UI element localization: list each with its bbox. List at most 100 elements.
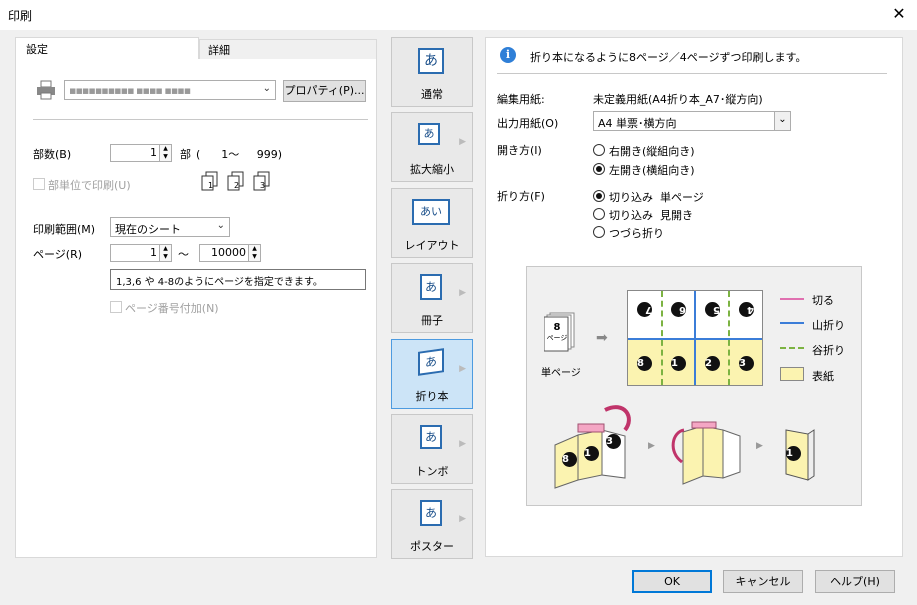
output-paper-select[interactable]: A4 単票･横方向 ⌄: [593, 111, 791, 131]
copies-range: ( 1～ 999): [196, 148, 283, 161]
print-range-select[interactable]: 現在のシート ⌄: [110, 217, 230, 237]
tab-details-label: 詳細: [208, 44, 230, 57]
open-left-radio[interactable]: [593, 163, 605, 175]
page-number-value: 7: [637, 302, 652, 317]
fold-accordion-radio[interactable]: [593, 226, 605, 238]
cancel-button[interactable]: キャンセル: [723, 570, 803, 593]
collate-checkbox[interactable]: [33, 178, 45, 190]
page-number-value: 3: [739, 356, 754, 371]
mode-trim-button[interactable]: あ ▶ トンボ: [391, 414, 473, 484]
page-number-label: ページ番号付加(N): [125, 302, 219, 315]
pages-from-input[interactable]: 1 ▲ ▼: [110, 244, 172, 262]
legend-valley-label: 谷折り: [812, 344, 845, 357]
fold-step-1-illustration: [550, 400, 640, 490]
printer-select[interactable]: ▪▪▪▪▪▪▪▪▪▪ ▪▪▪▪ ▪▪▪▪ ⌄: [64, 80, 276, 100]
mode-layout-label: レイアウト: [404, 239, 460, 252]
mode-scale-icon: あ: [418, 123, 440, 145]
fold-step-2-illustration: [668, 412, 748, 492]
valley-fold-line: [661, 291, 663, 385]
chevron-right-icon: ▶: [756, 441, 763, 451]
chevron-right-icon: ▶: [459, 137, 466, 147]
page-number-value: 1: [671, 356, 686, 371]
mode-booklet-icon: あ: [420, 274, 442, 300]
page-number-value: 6: [671, 302, 686, 317]
page-number-badge: 5: [705, 302, 720, 317]
tab-details[interactable]: 詳細: [199, 39, 377, 59]
divider: [33, 119, 368, 120]
mode-poster-button[interactable]: あ ▶ ポスター: [391, 489, 473, 559]
pages-hint: 1,3,6 や 4-8のようにページを指定できます。: [110, 269, 366, 290]
fold-cut-spread-label: 切り込み 見開き: [609, 209, 693, 222]
close-icon[interactable]: ✕: [889, 4, 909, 24]
mode-fold-button[interactable]: あ ▶ 折り本: [391, 339, 473, 409]
edit-paper-value: 未定義用紙(A4折り本_A7･縦方向): [593, 93, 763, 106]
page-count-unit: ページ: [546, 334, 568, 342]
title-bar: [0, 0, 917, 30]
mode-normal-icon: あ: [418, 48, 444, 74]
pages-to-input[interactable]: 10000 ▲ ▼: [199, 244, 261, 262]
page-number-badge: 7: [637, 302, 652, 317]
collate-pages-icon: 1 2 3: [200, 170, 280, 196]
spin-updown-icon[interactable]: ▲ ▼: [159, 145, 171, 161]
ok-button[interactable]: OK: [632, 570, 712, 593]
mode-fold-label: 折り本: [415, 390, 449, 403]
page-number-checkbox[interactable]: [110, 301, 122, 313]
fold-method-label: 折り方(F): [497, 190, 545, 203]
page-number-badge: 1: [786, 446, 801, 461]
mode-layout-icon: あい: [412, 199, 450, 225]
svg-text:3: 3: [260, 181, 265, 190]
chevron-right-icon: ▶: [459, 514, 466, 524]
page-number-value: 1: [584, 446, 599, 461]
open-direction-label: 開き方(I): [497, 144, 542, 157]
mode-layout-button[interactable]: あい レイアウト: [391, 188, 473, 258]
page-number-value: 2: [705, 356, 720, 371]
chevron-right-icon: ▶: [459, 439, 466, 449]
page-number-value: 1: [786, 446, 801, 461]
tab-settings-label: 設定: [26, 43, 48, 56]
mode-poster-label: ポスター: [410, 540, 454, 553]
legend-cover-label: 表紙: [812, 370, 834, 383]
open-right-radio[interactable]: [593, 144, 605, 156]
copies-input[interactable]: 1 ▲ ▼: [110, 144, 172, 162]
mode-booklet-label: 冊子: [421, 314, 443, 327]
page-number-badge: 1: [671, 356, 686, 371]
output-paper-label: 出力用紙(O): [497, 117, 559, 130]
mode-scale-label: 拡大縮小: [410, 163, 454, 176]
page-count-number: 8: [553, 322, 561, 333]
help-button[interactable]: ヘルプ(H): [815, 570, 895, 593]
printer-name: ▪▪▪▪▪▪▪▪▪▪ ▪▪▪▪ ▪▪▪▪: [69, 84, 191, 97]
legend-mountain-label: 山折り: [812, 319, 845, 332]
svg-text:2: 2: [234, 181, 239, 190]
mode-booklet-button[interactable]: あ ▶ 冊子: [391, 263, 473, 333]
open-left-label: 左開き(横組向き): [609, 164, 695, 177]
chevron-right-icon: ▶: [459, 288, 466, 298]
legend-cut-label: 切る: [812, 294, 834, 307]
fold-cut-single-radio[interactable]: [593, 190, 605, 202]
page-number-value: 8: [562, 452, 577, 467]
tab-settings[interactable]: 設定: [15, 37, 199, 59]
fold-accordion-label: つづら折り: [609, 227, 664, 240]
spin-updown-icon[interactable]: ▲ ▼: [248, 245, 260, 261]
page-number-value: 3: [606, 434, 621, 449]
svg-text:1: 1: [208, 181, 213, 190]
fold-cut-spread-radio[interactable]: [593, 208, 605, 220]
mode-normal-button[interactable]: あ 通常: [391, 37, 473, 107]
page-number-value: 5: [705, 302, 720, 317]
mode-scale-button[interactable]: あ ▶ 拡大縮小: [391, 112, 473, 182]
copies-label: 部数(B): [33, 148, 72, 161]
divider: [497, 73, 887, 74]
chevron-right-icon: ▶: [648, 441, 655, 451]
page-number-badge: 2: [705, 356, 720, 371]
page-number-badge: 3: [739, 356, 754, 371]
page-number-badge: 4: [739, 302, 754, 317]
page-number-badge: 6: [671, 302, 686, 317]
properties-button[interactable]: プロパティ(P)...: [283, 80, 366, 102]
page-number-badge: 8: [637, 356, 652, 371]
open-right-label: 右開き(縦組向き): [609, 145, 695, 158]
spin-updown-icon[interactable]: ▲ ▼: [159, 245, 171, 261]
legend-cut-swatch: [780, 298, 804, 300]
info-text: 折り本になるように8ページ／4ページずつ印刷します。: [530, 51, 807, 64]
copies-value: 1: [150, 146, 157, 159]
pages-to-value: 10000: [211, 246, 246, 259]
chevron-down-icon[interactable]: ⌄: [774, 112, 790, 130]
